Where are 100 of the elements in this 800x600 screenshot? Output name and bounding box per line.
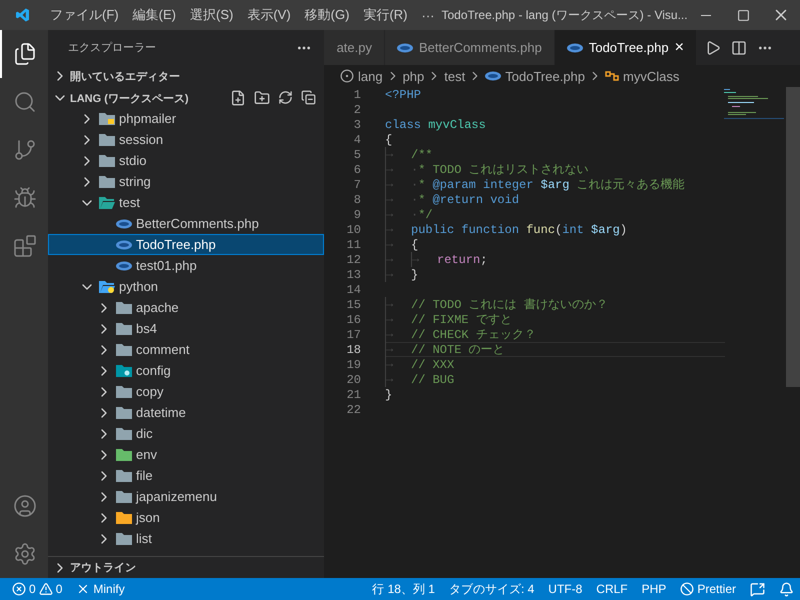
new-file-icon[interactable] bbox=[230, 90, 246, 106]
editor-tab[interactable]: BetterComments.php bbox=[385, 30, 555, 65]
php-file-icon bbox=[397, 42, 413, 52]
tree-item[interactable]: datetime bbox=[48, 402, 324, 423]
menu-item[interactable]: 選択(S) bbox=[182, 6, 240, 24]
status-item[interactable]: PHP bbox=[642, 582, 666, 596]
tree-item[interactable]: python bbox=[48, 276, 324, 297]
folder-icon bbox=[116, 510, 132, 524]
tab-label: ate.py bbox=[336, 40, 372, 55]
refresh-icon[interactable] bbox=[278, 90, 293, 105]
tree-item[interactable]: string bbox=[48, 171, 324, 192]
tree-item[interactable]: BetterComments.php bbox=[48, 213, 324, 234]
breadcrumb[interactable]: php bbox=[402, 68, 424, 84]
editor-tab[interactable]: ate.py bbox=[324, 30, 385, 65]
breadcrumb[interactable]: myvClass bbox=[605, 68, 680, 84]
error-icon bbox=[12, 582, 26, 596]
folder-icon bbox=[99, 174, 115, 188]
breadcrumb[interactable]: lang bbox=[340, 68, 383, 84]
tree-item[interactable]: bs4 bbox=[48, 318, 324, 339]
tree-item[interactable]: phpmailer bbox=[48, 109, 324, 129]
status-item[interactable]: タブのサイズ: 4 bbox=[448, 580, 534, 598]
line-number: 6 bbox=[352, 162, 361, 176]
status-item[interactable]: Minify bbox=[76, 582, 125, 596]
tree-item[interactable]: japanizemenu bbox=[48, 486, 324, 507]
tree-item[interactable]: TodoTree.php bbox=[48, 234, 324, 255]
source-control-icon bbox=[13, 138, 37, 162]
folder-icon bbox=[99, 196, 115, 210]
line-number: 8 bbox=[352, 192, 361, 206]
line-number: 19 bbox=[346, 358, 361, 372]
folder-icon bbox=[116, 490, 132, 504]
folder-icon bbox=[116, 322, 132, 336]
section-title: LANG (ワークスペース) bbox=[70, 92, 190, 106]
line-number: 20 bbox=[346, 372, 361, 386]
tree-item[interactable]: stdio bbox=[48, 150, 324, 171]
line-number: 2 bbox=[352, 102, 361, 116]
explorer-icon bbox=[13, 42, 37, 66]
tree-item[interactable]: config bbox=[48, 360, 324, 381]
tree-item[interactable]: dic bbox=[48, 423, 324, 444]
section-header[interactable]: 開いているエディター bbox=[48, 65, 324, 87]
status-item[interactable]: UTF-8 bbox=[548, 582, 582, 596]
folder-icon bbox=[116, 406, 132, 420]
split-editor-icon[interactable] bbox=[730, 40, 747, 56]
code-line: → public function func(int $arg) bbox=[385, 222, 628, 237]
tree-item[interactable]: apache bbox=[48, 297, 324, 318]
status-item[interactable]: Prettier bbox=[680, 582, 736, 596]
code-line: → // BUG bbox=[385, 372, 456, 387]
editor-tab[interactable]: TodoTree.php × bbox=[554, 30, 697, 65]
collapse-icon[interactable] bbox=[301, 90, 316, 105]
code-line: { bbox=[385, 132, 394, 147]
tree-item[interactable]: test01.php bbox=[48, 255, 324, 276]
line-number: 18 bbox=[346, 342, 361, 356]
line-number: 5 bbox=[352, 148, 361, 162]
line-number: 10 bbox=[346, 222, 361, 236]
folder-icon bbox=[116, 300, 132, 314]
php-file-icon bbox=[566, 42, 583, 52]
line-number: 11 bbox=[346, 238, 361, 252]
line-number: 3 bbox=[352, 118, 361, 132]
breadcrumb[interactable]: test bbox=[444, 68, 466, 84]
tree-item[interactable]: comment bbox=[48, 339, 324, 360]
menu-item[interactable]: 移動(G) bbox=[298, 6, 356, 24]
notifications-icon[interactable] bbox=[779, 582, 794, 596]
section-header[interactable]: LANG (ワークスペース) bbox=[48, 87, 324, 109]
code-line: class myvClass bbox=[385, 117, 487, 132]
folder-icon bbox=[116, 448, 132, 462]
target-icon bbox=[340, 69, 354, 83]
tab-label: BetterComments.php bbox=[419, 40, 542, 55]
code-line: → { bbox=[385, 237, 420, 252]
folder-icon bbox=[116, 532, 132, 546]
menu-item[interactable]: 編集(E) bbox=[126, 6, 183, 24]
folder-icon bbox=[116, 342, 132, 356]
menu-item[interactable]: ファイル(F) bbox=[43, 6, 126, 24]
account-icon bbox=[13, 494, 37, 518]
code-line: → /** bbox=[385, 147, 434, 162]
new-folder-icon[interactable] bbox=[254, 90, 270, 106]
folder-icon bbox=[116, 426, 132, 440]
scrollbar[interactable] bbox=[786, 87, 800, 387]
more-menu[interactable]: ··· bbox=[414, 8, 442, 22]
app-logo bbox=[16, 7, 30, 23]
tree-item[interactable]: list bbox=[48, 528, 324, 549]
line-number: 9 bbox=[352, 208, 361, 222]
php-file-icon bbox=[485, 71, 502, 81]
tree-item[interactable]: json bbox=[48, 507, 324, 528]
tree-item[interactable]: file bbox=[48, 465, 324, 486]
tree-item[interactable]: copy bbox=[48, 381, 324, 402]
breadcrumb[interactable]: TodoTree.php bbox=[485, 68, 585, 84]
menu-item[interactable]: 表示(V) bbox=[240, 6, 298, 24]
settings-icon bbox=[13, 542, 37, 566]
menu-item[interactable]: 実行(R) bbox=[356, 6, 414, 24]
error-count: 0 bbox=[29, 582, 36, 596]
folder-icon bbox=[116, 468, 132, 482]
tab-close-button[interactable]: × bbox=[674, 38, 684, 56]
tree-item[interactable]: session bbox=[48, 129, 324, 150]
tree-item[interactable]: test bbox=[48, 192, 324, 213]
status-item[interactable]: 行 18、列 1 bbox=[372, 580, 435, 598]
tree-item[interactable]: env bbox=[48, 444, 324, 465]
line-number: 17 bbox=[346, 328, 361, 342]
status-item[interactable]: CRLF bbox=[596, 582, 628, 596]
problems-status[interactable]: 0 0 bbox=[12, 582, 62, 596]
feedback-icon[interactable] bbox=[750, 582, 765, 596]
window-title: TodoTree.php - lang (ワークスペース) - Visu... bbox=[442, 6, 688, 24]
